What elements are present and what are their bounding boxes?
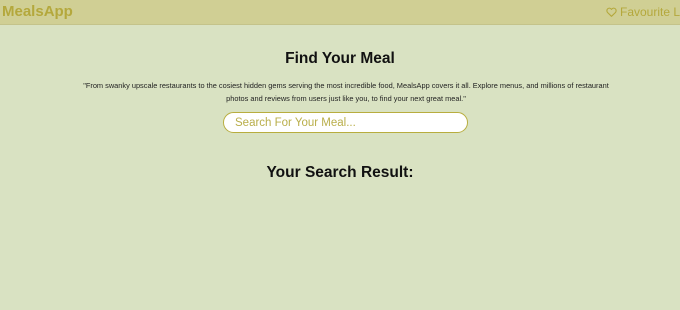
intro-description: "From swanky upscale restaurants to the … xyxy=(83,81,609,103)
page-title: Find Your Meal xyxy=(285,50,395,67)
navbar: MealsApp Favourite Lis xyxy=(0,0,680,25)
favourite-list-link[interactable]: Favourite Lis xyxy=(606,5,680,19)
search-results-heading: Your Search Result: xyxy=(266,164,414,181)
favourite-list-label: Favourite Lis xyxy=(620,5,680,19)
search-input[interactable] xyxy=(223,112,468,133)
heart-outline-icon xyxy=(606,7,617,17)
brand-logo-link[interactable]: MealsApp xyxy=(2,3,73,20)
